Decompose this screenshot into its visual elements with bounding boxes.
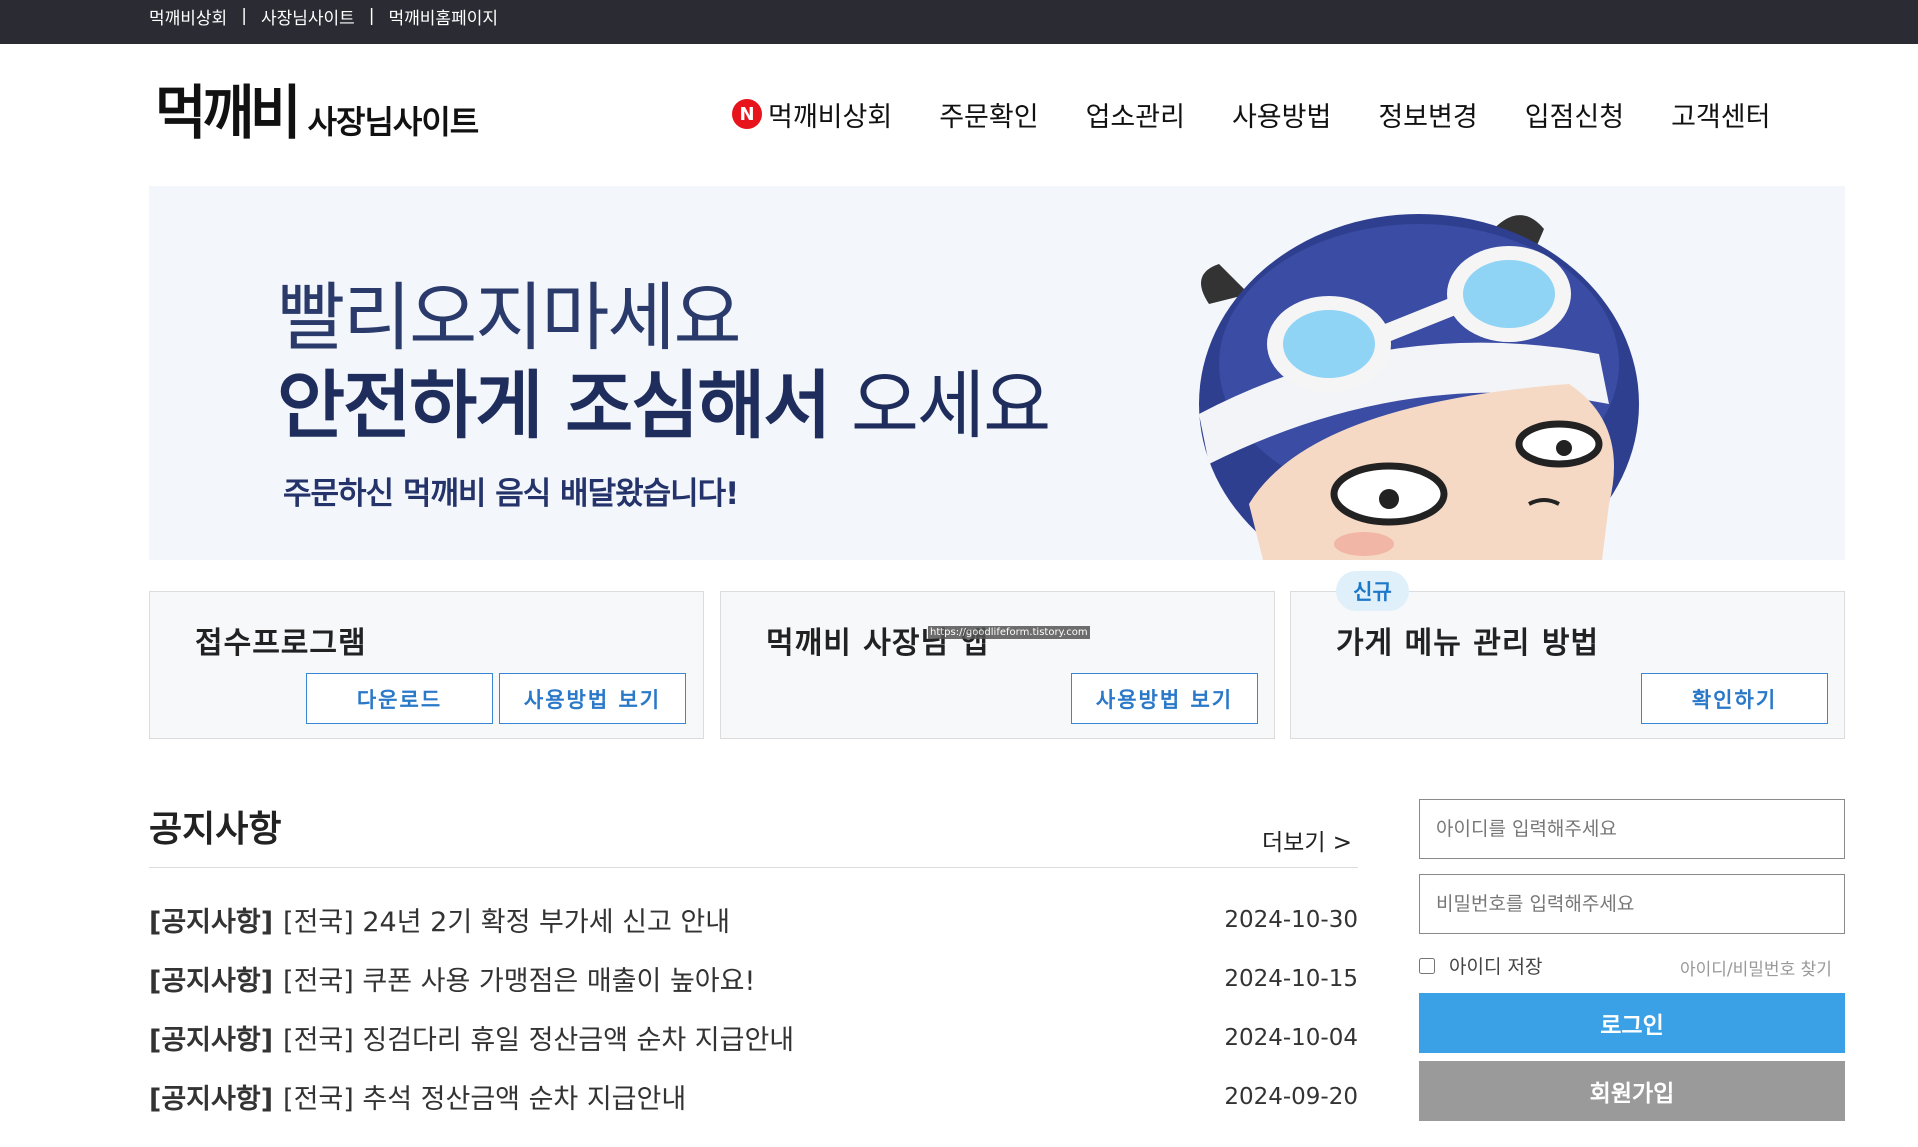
banner-headline-2: 안전하게 조심해서 오세요	[277, 346, 1051, 453]
password-input[interactable]	[1419, 874, 1845, 934]
nav-item-apply[interactable]: 입점신청	[1525, 95, 1624, 134]
notice-item[interactable]: [공지사항] [전국] 24년 2기 확정 부가세 신고 안내 2024-10-3…	[149, 890, 1358, 949]
notice-category: [공지사항]	[149, 1084, 274, 1115]
card-menu-manage: 가게 메뉴 관리 방법 확인하기	[1290, 591, 1845, 739]
nav-item-store[interactable]: N 먹깨비상회	[732, 95, 892, 134]
login-button[interactable]: 로그인	[1419, 993, 1845, 1053]
nav-item-customer-center[interactable]: 고객센터	[1671, 95, 1770, 134]
notice-divider	[149, 867, 1358, 868]
notice-text: [전국] 징검다리 휴일 정산금액 순차 지급안내	[283, 1025, 795, 1056]
notice-item[interactable]: [공지사항] [전국] 쿠폰 사용 가맹점은 매출이 높아요! 2024-10-1…	[149, 949, 1358, 1008]
top-utility-bar: 먹깨비상회 | 사장님사이트 | 먹깨비홈페이지	[0, 0, 1918, 44]
site-logo[interactable]: 먹깨비 사장님사이트	[155, 79, 480, 148]
nav-item-how-to-use[interactable]: 사용방법	[1232, 95, 1331, 134]
notice-more-link[interactable]: 더보기 >	[1262, 823, 1352, 857]
confirm-button[interactable]: 확인하기	[1641, 673, 1828, 724]
notice-category: [공지사항]	[149, 1025, 274, 1056]
utility-link-owner-site[interactable]: 사장님사이트	[261, 4, 355, 29]
banner-headline-2-bold: 안전하게 조심해서	[277, 363, 831, 449]
hero-banner[interactable]: 빨리오지마세요 안전하게 조심해서 오세요 주문하신 먹깨비 음식 배달왔습니다…	[149, 186, 1845, 560]
utility-links: 먹깨비상회 | 사장님사이트 | 먹깨비홈페이지	[149, 0, 498, 32]
nav-item-label: 먹깨비상회	[768, 101, 893, 133]
logo-subtitle: 사장님사이트	[307, 103, 480, 141]
nav-item-order-check[interactable]: 주문확인	[939, 95, 1038, 134]
notice-text: [전국] 쿠폰 사용 가맹점은 매출이 높아요!	[283, 966, 756, 997]
nav-item-info-change[interactable]: 정보변경	[1378, 95, 1477, 134]
utility-separator: |	[241, 6, 247, 26]
notice-item[interactable]: [공지사항] [전국] 추석 정산금액 순차 지급안내 2024-09-20	[149, 1067, 1358, 1126]
card-title: 먹깨비 사장님 앱	[766, 626, 990, 661]
notice-text: [전국] 추석 정산금액 순차 지급안내	[283, 1084, 687, 1115]
card-reception-program: 접수프로그램 다운로드 사용방법 보기	[149, 591, 704, 739]
save-id-checkbox[interactable]	[1419, 957, 1435, 974]
utility-link-store[interactable]: 먹깨비상회	[149, 4, 227, 29]
find-id-password-link[interactable]: 아이디/비밀번호 찾기	[1680, 955, 1832, 980]
id-input[interactable]	[1419, 799, 1845, 859]
logo-wordmark: 먹깨비	[155, 79, 302, 148]
url-watermark: https://goodlifeform.tistory.com	[928, 626, 1090, 639]
card-title: 접수프로그램	[195, 626, 367, 661]
utility-link-homepage[interactable]: 먹깨비홈페이지	[389, 4, 498, 29]
save-id-label: 아이디 저장	[1449, 956, 1543, 978]
nav-item-shop-manage[interactable]: 업소관리	[1086, 95, 1185, 134]
notice-date: 2024-09-20	[1224, 1083, 1358, 1110]
banner-subline: 주문하신 먹깨비 음식 배달왔습니다!	[283, 476, 739, 512]
card-owner-app: 먹깨비 사장님 앱 사용방법 보기	[720, 591, 1275, 739]
new-badge: 신규	[1336, 571, 1409, 611]
save-id-checkbox-label[interactable]: 아이디 저장	[1419, 952, 1542, 979]
join-button[interactable]: 회원가입	[1419, 1061, 1845, 1121]
mascot-helmet-character-icon	[1199, 214, 1639, 560]
notice-category: [공지사항]	[149, 907, 274, 938]
notice-date: 2024-10-30	[1224, 906, 1358, 933]
notice-section-title: 공지사항	[149, 809, 282, 850]
notice-list: [공지사항] [전국] 24년 2기 확정 부가세 신고 안내 2024-10-3…	[149, 890, 1358, 1126]
banner-headline-2-normal: 오세요	[829, 363, 1051, 449]
notice-category: [공지사항]	[149, 966, 274, 997]
notice-item[interactable]: [공지사항] [전국] 징검다리 휴일 정산금액 순차 지급안내 2024-10-…	[149, 1008, 1358, 1067]
view-usage-button[interactable]: 사용방법 보기	[1071, 673, 1258, 724]
notice-date: 2024-10-04	[1224, 1024, 1358, 1051]
download-button[interactable]: 다운로드	[306, 673, 493, 724]
new-n-icon: N	[732, 99, 762, 129]
main-navigation: N 먹깨비상회 주문확인 업소관리 사용방법 정보변경 입점신청 고객센터	[732, 92, 1770, 136]
notice-date: 2024-10-15	[1224, 965, 1358, 992]
card-title: 가게 메뉴 관리 방법	[1336, 626, 1600, 661]
view-usage-button[interactable]: 사용방법 보기	[499, 673, 686, 724]
notice-text: [전국] 24년 2기 확정 부가세 신고 안내	[283, 907, 731, 938]
utility-separator: |	[368, 6, 375, 26]
